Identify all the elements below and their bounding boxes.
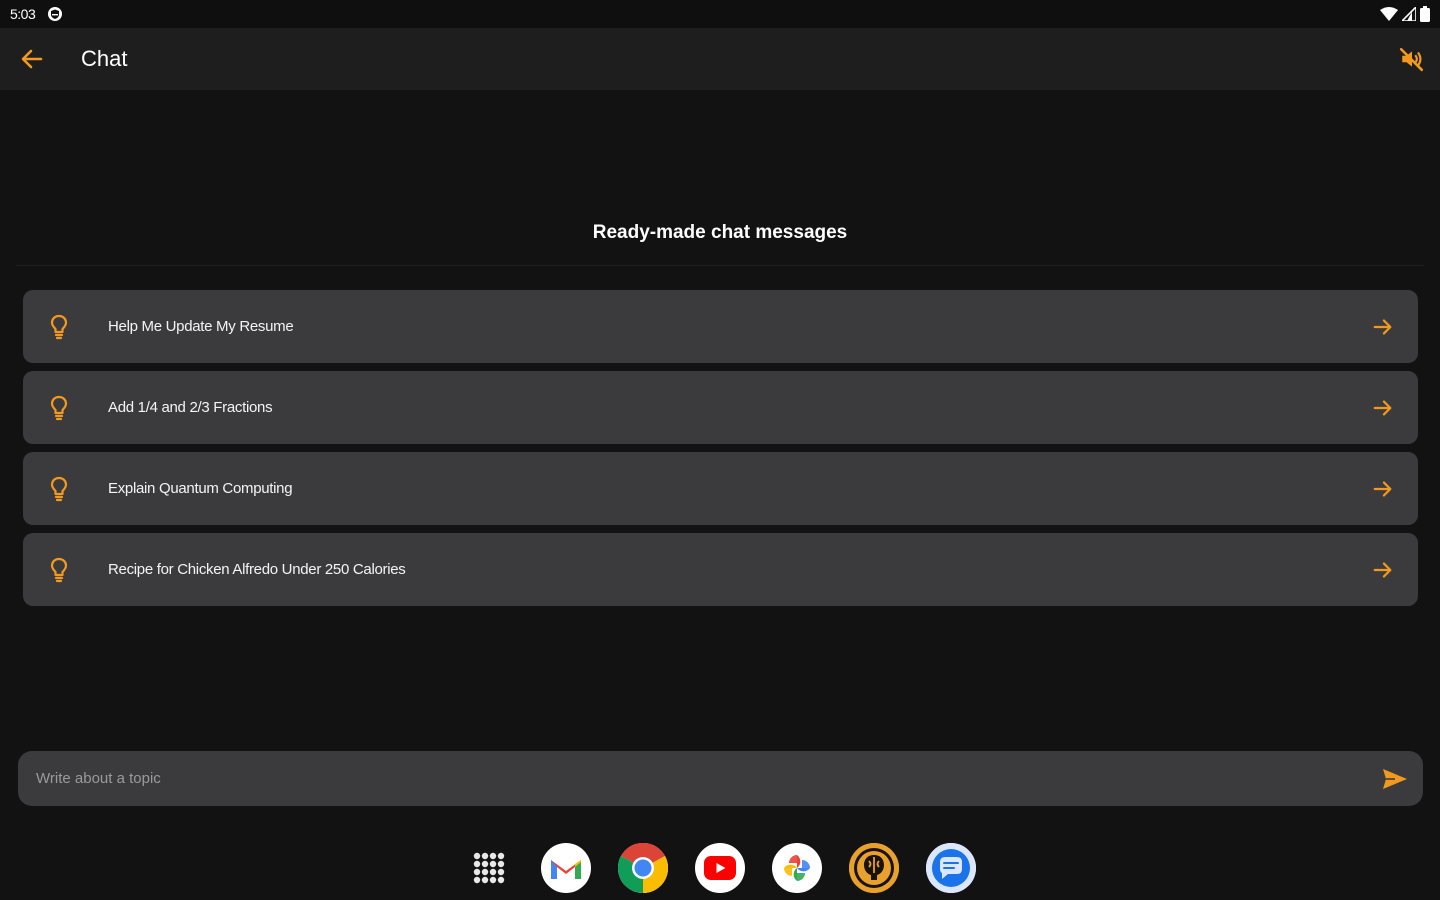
youtube-icon[interactable] <box>695 843 745 893</box>
arrow-forward-icon <box>1373 318 1392 335</box>
photos-logo <box>784 855 810 881</box>
suggestion-label: Explain Quantum Computing <box>108 480 293 497</box>
suggestion-item[interactable]: Explain Quantum Computing <box>23 452 1418 525</box>
back-button[interactable] <box>0 28 64 90</box>
gmail-icon[interactable] <box>541 843 591 893</box>
status-icons <box>1380 6 1430 22</box>
suggestion-item[interactable]: Help Me Update My Resume <box>23 290 1418 363</box>
arrow-back-icon <box>21 49 43 69</box>
shield-icon <box>48 7 63 21</box>
volume-off-icon <box>1399 47 1424 72</box>
send-button[interactable] <box>1367 751 1423 806</box>
arrow-forward-icon <box>1373 480 1392 497</box>
suggestion-item[interactable]: Add 1/4 and 2/3 Fractions <box>23 371 1418 444</box>
page-title: Chat <box>81 46 128 71</box>
topic-input[interactable] <box>18 751 1367 806</box>
status-time: 5:03 <box>10 6 36 22</box>
section-divider <box>16 265 1424 266</box>
lightbulb-icon <box>50 476 68 501</box>
youtube-logo <box>704 856 736 880</box>
section-heading: Ready-made chat messages <box>592 222 848 243</box>
arrow-forward-icon <box>1373 399 1392 416</box>
battery-icon <box>1420 6 1430 22</box>
screen: 5:03 Chat Ready-made chat messages Help … <box>0 0 1440 900</box>
suggestion-list: Help Me Update My Resume Add 1/4 and 2/3… <box>23 290 1418 614</box>
photos-icon[interactable] <box>772 843 822 893</box>
messages-logo <box>926 843 976 893</box>
chrome-icon[interactable] <box>618 843 668 893</box>
status-bar: 5:03 <box>0 0 1440 28</box>
ai-chat-app-icon[interactable] <box>849 843 899 893</box>
grid-icon <box>473 852 505 884</box>
suggestion-label: Add 1/4 and 2/3 Fractions <box>108 399 273 416</box>
suggestion-label: Recipe for Chicken Alfredo Under 250 Cal… <box>108 561 406 578</box>
wifi-icon <box>1380 7 1398 21</box>
brain-logo <box>849 843 899 893</box>
send-icon <box>1383 768 1407 789</box>
chrome-logo <box>618 843 668 893</box>
mute-toggle-button[interactable] <box>1384 28 1440 90</box>
suggestion-item[interactable]: Recipe for Chicken Alfredo Under 250 Cal… <box>23 533 1418 606</box>
lightbulb-icon <box>50 395 68 420</box>
arrow-forward-icon <box>1373 561 1392 578</box>
message-composer <box>18 751 1423 806</box>
app-dock <box>0 836 1440 900</box>
messages-icon[interactable] <box>926 843 976 893</box>
app-drawer-icon[interactable] <box>464 843 514 893</box>
lightbulb-icon <box>50 314 68 339</box>
lightbulb-icon <box>50 557 68 582</box>
gmail-logo <box>551 860 581 879</box>
signal-icon <box>1402 7 1416 21</box>
app-bar: Chat <box>0 28 1440 90</box>
suggestion-label: Help Me Update My Resume <box>108 318 294 335</box>
